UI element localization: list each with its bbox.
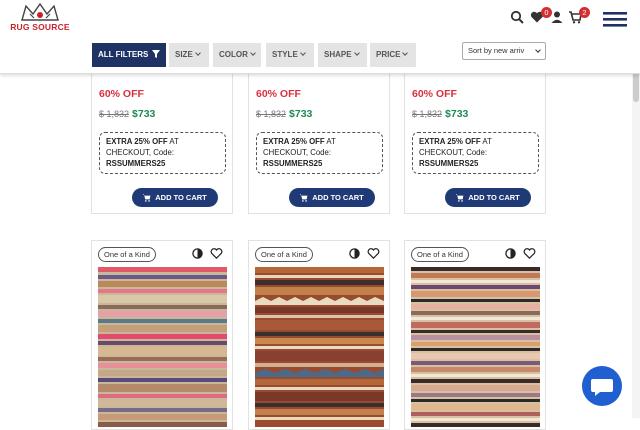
compare-icon[interactable]	[192, 248, 203, 259]
shape-filter-button[interactable]: SHAPE	[318, 43, 367, 67]
site-header: RUG SOURCE 0 2	[0, 0, 640, 38]
price-filter-button[interactable]: PRICE	[370, 43, 416, 67]
chevron-down-icon	[535, 47, 541, 53]
user-icon[interactable]	[550, 10, 568, 28]
coupon-code: RSSUMMERS25	[106, 159, 166, 168]
color-filter-button[interactable]: COLOR	[213, 43, 261, 67]
coupon-offer-suffix: AT	[324, 137, 336, 146]
add-to-cart-label: ADD TO CART	[312, 193, 364, 202]
coupon-box: EXTRA 25% OFF AT CHECKOUT, Code: RSSUMMERS…	[99, 132, 226, 174]
add-to-cart-label: ADD TO CART	[155, 193, 207, 202]
coupon-checkout-text: CHECKOUT, Code:	[419, 148, 488, 157]
chevron-down-icon	[250, 50, 256, 56]
original-price: $ 1,832	[412, 109, 443, 119]
coupon-offer: EXTRA 25% OFF	[419, 137, 481, 146]
chevron-down-icon	[194, 50, 201, 56]
crown-logo-icon	[21, 2, 59, 21]
heart-icon[interactable]	[367, 247, 380, 260]
all-filters-label: ALL FILTERS	[98, 50, 149, 59]
filter-bar: ALL FILTERS SIZE COLOR STYLE SHAPE PRICE…	[0, 38, 640, 74]
coupon-checkout-text: CHECKOUT, Code:	[106, 148, 175, 157]
price-row: $ 1,832 $733	[412, 108, 468, 120]
rug-source-logo[interactable]: RUG SOURCE	[8, 2, 72, 34]
coupon-offer-suffix: AT	[167, 137, 179, 146]
discount-label: 60% OFF	[99, 88, 144, 100]
price-row: $ 1,832 $733	[256, 108, 312, 120]
one-of-a-kind-tag: One of a Kind	[411, 247, 469, 262]
product-card[interactable]: 60% OFF $ 1,832 $733 EXTRA 25% OFF AT CHEC…	[404, 60, 546, 214]
live-chat-button[interactable]	[582, 366, 622, 406]
chevron-down-icon	[402, 50, 409, 56]
menu-icon[interactable]	[603, 11, 627, 29]
add-to-cart-button[interactable]: ADD TO CART	[132, 188, 218, 207]
one-of-a-kind-tag: One of a Kind	[98, 247, 156, 262]
sale-price: $733	[289, 108, 313, 120]
size-filter-button[interactable]: SIZE	[169, 43, 209, 67]
heart-icon[interactable]	[523, 247, 536, 260]
search-icon[interactable]	[510, 10, 528, 28]
product-card[interactable]: 60% OFF $ 1,832 $733 EXTRA 25% OFF AT CHEC…	[248, 60, 390, 214]
cart-icon	[299, 194, 308, 202]
color-filter-label: COLOR	[219, 50, 248, 59]
shape-filter-label: SHAPE	[324, 50, 352, 59]
all-filters-button[interactable]: ALL FILTERS	[92, 43, 166, 67]
coupon-code: RSSUMMERS25	[419, 159, 479, 168]
product-card[interactable]: One of a Kind	[248, 240, 390, 430]
heart-icon[interactable]	[210, 247, 223, 260]
compare-icon[interactable]	[349, 248, 360, 259]
funnel-icon	[151, 50, 160, 58]
rug-image[interactable]	[255, 267, 384, 427]
product-card[interactable]: 60% OFF $ 1,832 $733 EXTRA 25% OFF AT CHEC…	[91, 60, 233, 214]
price-row: $ 1,832 $733	[99, 108, 155, 120]
wishlist-heart-icon[interactable]: 0	[530, 7, 552, 28]
chevron-down-icon	[299, 50, 306, 56]
style-filter-button[interactable]: STYLE	[266, 43, 314, 67]
add-to-cart-button[interactable]: ADD TO CART	[289, 188, 375, 207]
cart-count-badge: 2	[579, 7, 590, 18]
sale-price: $733	[445, 108, 469, 120]
chevron-down-icon	[353, 50, 360, 56]
coupon-offer-suffix: AT	[480, 137, 492, 146]
cart-icon[interactable]: 2	[568, 7, 590, 28]
cart-icon	[455, 194, 464, 202]
scrollbar[interactable]	[632, 38, 640, 418]
coupon-code: RSSUMMERS25	[263, 159, 323, 168]
add-to-cart-button[interactable]: ADD TO CART	[445, 188, 531, 207]
sale-price: $733	[132, 108, 156, 120]
discount-label: 60% OFF	[412, 88, 457, 100]
coupon-offer: EXTRA 25% OFF	[106, 137, 168, 146]
coupon-checkout-text: CHECKOUT, Code:	[263, 148, 332, 157]
coupon-box: EXTRA 25% OFF AT CHECKOUT, Code: RSSUMMERS…	[256, 132, 383, 174]
coupon-offer: EXTRA 25% OFF	[263, 137, 325, 146]
one-of-a-kind-tag: One of a Kind	[255, 247, 313, 262]
style-filter-label: STYLE	[272, 50, 298, 59]
add-to-cart-label: ADD TO CART	[468, 193, 520, 202]
original-price: $ 1,832	[99, 109, 130, 119]
sort-select-value: Sort by new arriv	[468, 46, 525, 55]
rug-image[interactable]	[98, 267, 227, 427]
cart-icon	[142, 194, 151, 202]
product-card[interactable]: One of a Kind	[404, 240, 546, 430]
logo-text: RUG SOURCE	[10, 22, 70, 32]
size-filter-label: SIZE	[175, 50, 193, 59]
coupon-box: EXTRA 25% OFF AT CHECKOUT, Code: RSSUMMERS…	[412, 132, 539, 174]
discount-label: 60% OFF	[256, 88, 301, 100]
sort-select[interactable]: Sort by new arriv	[462, 42, 546, 60]
chat-bubble-icon	[591, 379, 613, 396]
price-filter-label: PRICE	[376, 50, 401, 59]
compare-icon[interactable]	[505, 248, 516, 259]
rug-image[interactable]	[411, 267, 540, 427]
original-price: $ 1,832	[256, 109, 287, 119]
product-card[interactable]: One of a Kind	[91, 240, 233, 430]
